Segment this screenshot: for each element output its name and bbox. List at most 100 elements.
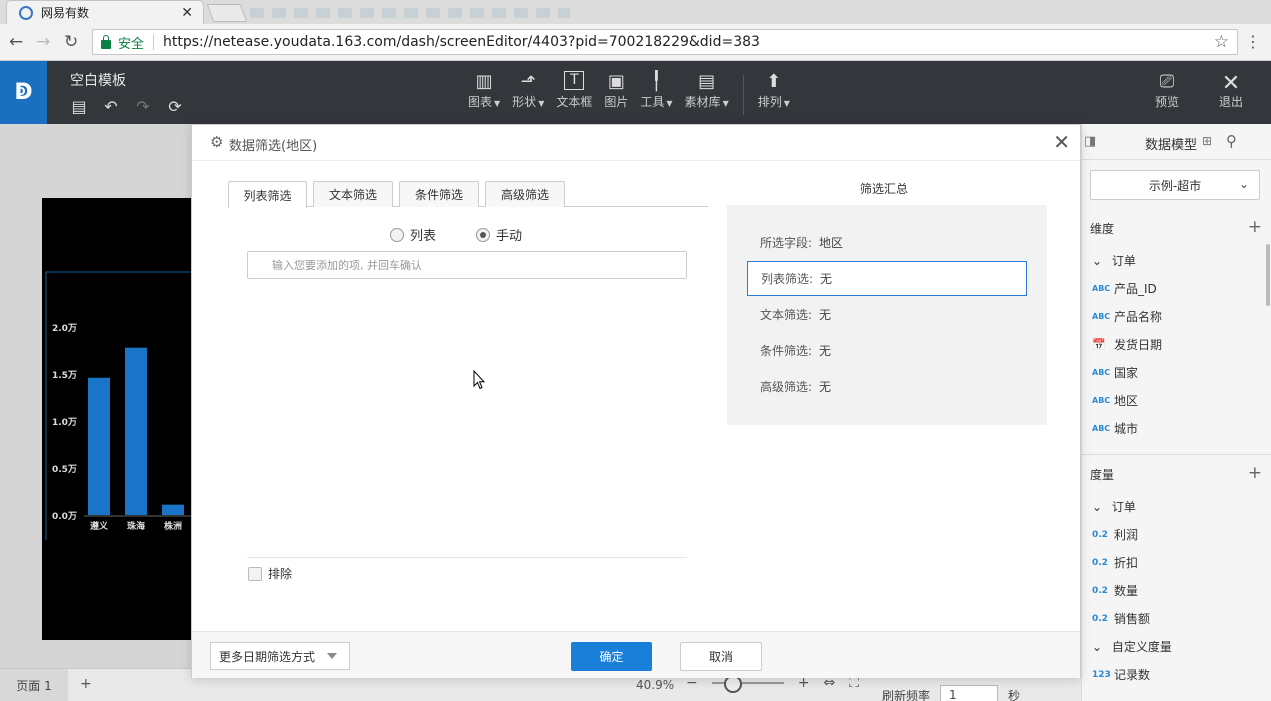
field-item[interactable]: ABC 城市: [1092, 420, 1138, 437]
collapse-panel-icon[interactable]: ◨: [1084, 134, 1096, 149]
summary-row[interactable]: 文本筛选: 无: [747, 297, 1027, 332]
cancel-button[interactable]: 取消: [680, 642, 762, 671]
new-tab-button[interactable]: [206, 4, 248, 22]
chevron-down-icon: ▼: [538, 99, 545, 108]
search-icon[interactable]: ⚲: [1226, 132, 1237, 150]
url-field[interactable]: 安全 https://netease.youdata.163.com/dash/…: [92, 29, 1238, 55]
field-item[interactable]: 0.2 折扣: [1092, 554, 1138, 571]
dimension-group[interactable]: ⌄ 订单: [1092, 252, 1136, 269]
data-panel-header: ◨ 数据模型 ⊞ ⚲: [1082, 124, 1271, 160]
data-panel-title: 数据模型: [1145, 138, 1198, 153]
calendar-icon: 📅: [1092, 338, 1106, 351]
field-item[interactable]: ABC 产品名称: [1092, 308, 1162, 325]
summary-row[interactable]: 条件筛选: 无: [747, 333, 1027, 368]
toolbar-chart-button[interactable]: ▥ 图表 ▼: [462, 71, 506, 115]
app-logo[interactable]: ↁ: [0, 61, 47, 124]
zoom-slider[interactable]: [711, 675, 784, 693]
exclude-checkbox[interactable]: [248, 566, 262, 581]
document-title[interactable]: 空白模板: [70, 70, 126, 90]
field-item[interactable]: ABC 产品_ID: [1092, 280, 1157, 297]
radio-list[interactable]: 列表: [390, 225, 436, 244]
toolbar-tool-button[interactable]: ╿ 工具 ▼: [634, 71, 678, 115]
exclude-option[interactable]: 排除: [248, 565, 292, 582]
add-dimension-icon[interactable]: +: [1248, 217, 1262, 237]
browser-tab[interactable]: 网易有数 ✕: [6, 0, 204, 24]
measure-label: 度量: [1090, 468, 1115, 482]
summary-row[interactable]: 高级筛选: 无: [747, 369, 1027, 404]
radio-button[interactable]: [390, 227, 404, 242]
measure-section: 度量 +: [1090, 463, 1262, 483]
tab-advanced-filter[interactable]: 高级筛选: [485, 181, 565, 207]
exclude-divider: [247, 557, 687, 558]
redo-icon[interactable]: ↷: [134, 97, 152, 116]
tool-icon: ╿: [651, 71, 662, 92]
dimension-group-label: 订单: [1111, 254, 1136, 268]
dialog-header: ⚙ 数据筛选(地区) ✕: [192, 125, 1080, 161]
dialog-close-icon[interactable]: ✕: [1053, 130, 1070, 154]
preview-button[interactable]: ⎚ 预览: [1149, 71, 1185, 110]
radio-manual[interactable]: 手动: [476, 225, 522, 244]
field-item[interactable]: 0.2 销售额: [1092, 610, 1150, 627]
chevron-down-icon: ⌄: [1092, 500, 1103, 514]
summary-row-active[interactable]: 列表筛选: 无: [747, 261, 1027, 296]
field-name: 数量: [1114, 584, 1139, 598]
model-select-value: 示例-超市: [1148, 178, 1202, 193]
browser-menu-icon[interactable]: ⋮: [1245, 32, 1261, 51]
model-select[interactable]: 示例-超市 ⌄: [1090, 170, 1260, 200]
forward-icon[interactable]: →: [36, 32, 50, 52]
number-type-icon: 0.2: [1092, 585, 1108, 596]
field-item[interactable]: 0.2 数量: [1092, 582, 1138, 599]
reload-icon[interactable]: ↻: [64, 32, 78, 52]
panel-divider[interactable]: [1082, 454, 1271, 455]
exit-button[interactable]: ✕ 退出: [1213, 71, 1249, 110]
refresh-unit-select[interactable]: 秒: [1008, 687, 1020, 701]
manual-item-input[interactable]: [247, 251, 687, 279]
summary-title: 筛选汇总: [860, 182, 909, 196]
tab-text-filter[interactable]: 文本筛选: [313, 181, 393, 207]
page-tab[interactable]: 页面 1: [0, 669, 68, 701]
x-tick-label: 株洲: [164, 520, 182, 532]
tab-close-icon[interactable]: ✕: [181, 5, 193, 21]
field-item[interactable]: 123 记录数: [1092, 666, 1150, 683]
bookmark-star-icon[interactable]: ☆: [1214, 32, 1229, 52]
refresh-value-input[interactable]: 1: [940, 685, 999, 701]
date-filter-label: 更多日期筛选方式: [219, 649, 316, 664]
back-icon[interactable]: ←: [9, 32, 23, 52]
field-item[interactable]: ABC 地区: [1092, 392, 1138, 409]
tab-list-filter[interactable]: 列表筛选: [228, 181, 307, 208]
save-icon[interactable]: ▤: [70, 97, 88, 116]
measure-group[interactable]: ⌄ 订单: [1092, 498, 1136, 515]
caret-down-icon: [327, 653, 337, 659]
chart-bar: [162, 504, 184, 515]
image-icon: ▣: [607, 71, 625, 92]
undo-icon[interactable]: ↶: [102, 97, 120, 116]
url-text[interactable]: https://netease.youdata.163.com/dash/scr…: [163, 34, 1214, 50]
table-icon[interactable]: ⊞: [1202, 134, 1212, 148]
add-page-button[interactable]: +: [80, 676, 92, 692]
dimension-scrollbar[interactable]: [1266, 244, 1270, 306]
summary-key: 文本筛选:: [760, 308, 813, 322]
toolbar-shape-label: 形状: [512, 95, 537, 109]
toolbar-textbox-label: 文本框: [556, 95, 593, 109]
refresh-icon[interactable]: ⟳: [166, 97, 184, 116]
exclude-label: 排除: [268, 567, 293, 581]
tab-title: 网易有数: [41, 6, 90, 20]
field-item[interactable]: 📅 发货日期: [1092, 336, 1162, 353]
toolbar-shape-button[interactable]: ⬏ 形状 ▼: [506, 71, 550, 115]
insert-toolbar: ▥ 图表 ▼ ⬏ 形状 ▼ T 文本框 ▣ 图片 ╿ 工具 ▼ ▤ 素材库 ▼ ⬆ 排列…: [462, 71, 796, 115]
bar-chart[interactable]: 0.0万 0.5万 1.0万 1.5万 2.0万遵义 珠海 株洲: [44, 270, 192, 540]
omnibox-divider: [153, 34, 155, 50]
field-item[interactable]: ABC 国家: [1092, 364, 1138, 381]
toolbar-library-button[interactable]: ▤ 素材库 ▼: [679, 71, 735, 115]
tab-condition-filter[interactable]: 条件筛选: [399, 181, 479, 207]
field-item[interactable]: 0.2 利润: [1092, 526, 1138, 543]
radio-button-checked[interactable]: [476, 227, 491, 242]
zoom-level: 40.9%: [636, 678, 675, 692]
toolbar-arrange-button[interactable]: ⬆ 排列 ▼: [752, 71, 796, 115]
custom-measure-group[interactable]: ⌄ 自定义度量: [1092, 638, 1172, 655]
toolbar-textbox-button[interactable]: T 文本框: [550, 71, 598, 115]
confirm-button[interactable]: 确定: [571, 642, 652, 671]
toolbar-image-button[interactable]: ▣ 图片: [598, 71, 634, 115]
date-filter-dropdown[interactable]: 更多日期筛选方式: [210, 642, 350, 670]
add-measure-icon[interactable]: +: [1248, 463, 1262, 483]
